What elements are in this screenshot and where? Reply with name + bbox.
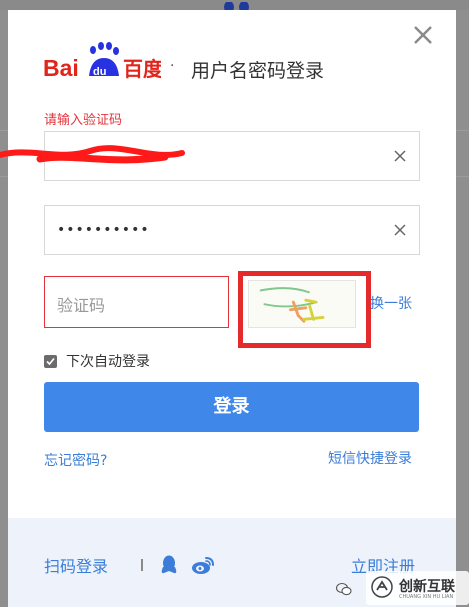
captcha-image[interactable] <box>248 280 356 328</box>
watermark: 创新互联 CHUANG XIN HU LIAN <box>366 571 469 605</box>
error-message: 请输入验证码 <box>44 113 123 128</box>
password-value: •••••••••• <box>57 222 150 238</box>
captcha-placeholder: 验证码 <box>57 296 106 315</box>
sms-login-link[interactable]: 短信快捷登录 <box>328 448 412 468</box>
login-button[interactable]: 登录 <box>44 382 419 432</box>
qq-icon[interactable] <box>160 554 178 576</box>
wechat-icon <box>336 582 352 596</box>
forgot-password-link[interactable]: 忘记密码? <box>44 450 107 470</box>
login-dialog: Bai du 百度 · 用户名密码登录 请输入验证码 •••••••••• 验证… <box>0 10 456 607</box>
password-field[interactable]: •••••••••• <box>44 205 420 255</box>
qr-login-link[interactable]: 扫码登录 <box>44 553 108 577</box>
redaction-scribble <box>0 145 185 164</box>
page-title: 用户名密码登录 <box>191 60 325 82</box>
watermark-logo-icon <box>371 576 393 598</box>
remember-me[interactable]: 下次自动登录 <box>44 351 150 371</box>
title-separator: · <box>170 58 175 74</box>
svg-text:du: du <box>93 66 106 78</box>
baidu-logo: Bai du 百度 <box>43 42 161 81</box>
close-icon[interactable] <box>410 22 436 48</box>
captcha-input[interactable]: 验证码 <box>44 276 229 328</box>
watermark-subtext: CHUANG XIN HU LIAN <box>399 594 454 600</box>
svg-text:百度: 百度 <box>123 57 161 81</box>
footer-separator <box>141 559 143 571</box>
checkbox-checked-icon[interactable] <box>44 354 57 368</box>
watermark-text: 创新互联 <box>399 579 455 595</box>
weibo-icon[interactable] <box>191 555 215 575</box>
clear-icon[interactable] <box>393 223 407 237</box>
svg-text:Bai: Bai <box>43 55 79 81</box>
captcha-refresh-link[interactable]: 换一张 <box>370 293 412 313</box>
remember-label: 下次自动登录 <box>66 354 150 370</box>
clear-icon[interactable] <box>393 149 407 163</box>
